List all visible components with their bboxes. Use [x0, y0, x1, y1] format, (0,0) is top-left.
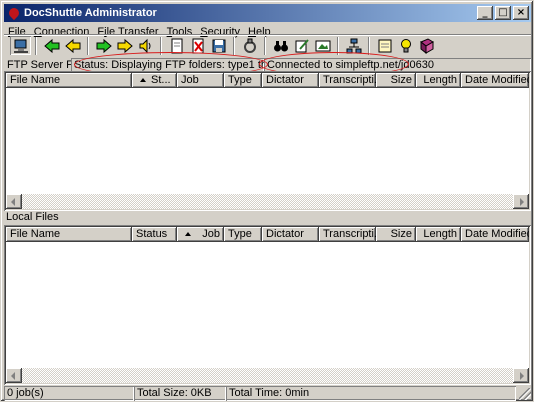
- ftp-horizontal-scrollbar[interactable]: [6, 194, 529, 209]
- document-icon[interactable]: [166, 36, 187, 55]
- col-status[interactable]: St...: [132, 73, 177, 88]
- book-icon[interactable]: [416, 36, 437, 55]
- scroll-track[interactable]: [22, 194, 513, 209]
- toolbar-separator: [337, 36, 339, 55]
- document-delete-icon[interactable]: [187, 36, 208, 55]
- col-job[interactable]: Job: [177, 227, 224, 242]
- col-file-name[interactable]: File Name: [6, 227, 132, 242]
- col-dictator[interactable]: Dictator: [262, 227, 319, 242]
- ftp-files-label: FTP Server Files: [7, 58, 71, 71]
- minimize-button[interactable]: _: [477, 6, 493, 20]
- scroll-left-button[interactable]: [6, 368, 22, 383]
- col-status[interactable]: Status: [132, 227, 177, 242]
- total-time: Total Time: 0min: [226, 386, 516, 401]
- local-files-label: Local Files: [6, 211, 59, 223]
- speaker-icon[interactable]: [135, 36, 156, 55]
- col-length[interactable]: Length: [416, 73, 461, 88]
- title-bar[interactable]: DocShuttle Administrator _ □ ×: [4, 4, 531, 22]
- sort-up-icon: [185, 231, 191, 236]
- col-date-modified[interactable]: Date Modified: [461, 73, 529, 88]
- document-save-icon[interactable]: [208, 36, 229, 55]
- col-transcriptionist[interactable]: Transcripti...: [319, 73, 376, 88]
- info-bar: FTP Server Files Status: Displaying FTP …: [4, 57, 531, 72]
- local-list-header: File Name Status Job Type Dictator Trans…: [6, 227, 529, 242]
- col-size[interactable]: Size: [376, 227, 416, 242]
- toolbar-separator: [368, 36, 370, 55]
- resize-grip[interactable]: [519, 388, 531, 400]
- toolbar: [4, 34, 531, 56]
- toolbar-separator: [35, 36, 37, 55]
- scroll-left-button[interactable]: [6, 194, 22, 209]
- col-size[interactable]: Size: [376, 73, 416, 88]
- network-icon[interactable]: [343, 36, 364, 55]
- lightbulb-icon[interactable]: [395, 36, 416, 55]
- total-size: Total Size: 0KB: [134, 386, 226, 401]
- col-dictator[interactable]: Dictator: [262, 73, 319, 88]
- col-date-modified[interactable]: Date Modified: [461, 227, 529, 242]
- col-transcriptionist[interactable]: Transcripti...: [319, 227, 376, 242]
- close-button[interactable]: ×: [513, 6, 529, 20]
- toolbar-separator: [233, 36, 235, 55]
- col-file-name[interactable]: File Name: [6, 73, 132, 88]
- col-length[interactable]: Length: [416, 227, 461, 242]
- col-type[interactable]: Type: [224, 227, 262, 242]
- scroll-right-button[interactable]: [513, 368, 529, 383]
- scroll-track[interactable]: [22, 368, 513, 383]
- settings-monitor-icon[interactable]: [10, 36, 31, 55]
- app-window: DocShuttle Administrator _ □ × File Conn…: [0, 0, 534, 402]
- ring-icon[interactable]: [239, 36, 260, 55]
- col-job[interactable]: Job: [177, 73, 224, 88]
- green-arrow-left-icon[interactable]: [41, 36, 62, 55]
- ftp-file-list[interactable]: File Name St... Job Type Dictator Transc…: [4, 71, 531, 211]
- status-text: Status: Displaying FTP folders: type1 th…: [71, 58, 264, 72]
- toolbar-separator: [264, 36, 266, 55]
- binoculars-icon[interactable]: [270, 36, 291, 55]
- window-title: DocShuttle Administrator: [24, 7, 157, 19]
- local-horizontal-scrollbar[interactable]: [6, 368, 529, 383]
- connection-status: Connected to simpleftp.net/jd0630: [264, 58, 531, 72]
- yellow-arrow-right-icon[interactable]: [114, 36, 135, 55]
- local-file-list[interactable]: File Name Status Job Type Dictator Trans…: [4, 225, 531, 385]
- app-icon[interactable]: [7, 6, 21, 20]
- edit-icon[interactable]: [291, 36, 312, 55]
- scroll-right-button[interactable]: [513, 194, 529, 209]
- job-count: 0 job(s): [4, 386, 134, 401]
- toolbar-separator: [160, 36, 162, 55]
- toolbar-separator: [87, 36, 89, 55]
- col-type[interactable]: Type: [224, 73, 262, 88]
- maximize-button[interactable]: □: [495, 6, 511, 20]
- sort-up-icon: [140, 77, 146, 82]
- picture-icon[interactable]: [312, 36, 333, 55]
- ftp-list-header: File Name St... Job Type Dictator Transc…: [6, 73, 529, 88]
- yellow-arrow-left-icon[interactable]: [62, 36, 83, 55]
- green-arrow-right-icon[interactable]: [93, 36, 114, 55]
- status-bar: 0 job(s) Total Size: 0KB Total Time: 0mi…: [4, 386, 531, 401]
- notepad-icon[interactable]: [374, 36, 395, 55]
